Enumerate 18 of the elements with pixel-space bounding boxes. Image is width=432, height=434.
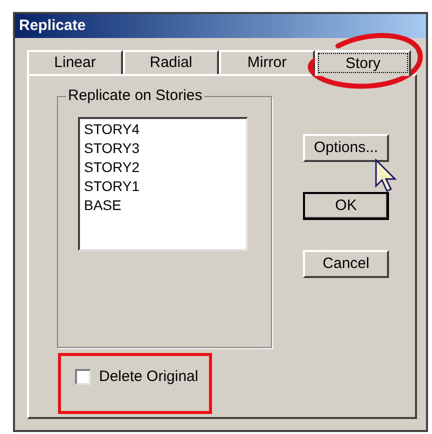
- cursor-icon: [374, 158, 400, 194]
- tab[interactable]: Radial: [123, 50, 219, 74]
- list-item[interactable]: BASE: [84, 196, 242, 215]
- checkbox-label[interactable]: Delete Original: [99, 366, 198, 388]
- dialog-button[interactable]: Cancel: [303, 250, 389, 278]
- story-list[interactable]: STORY4 STORY3 STORY2 STORY1 BASE: [78, 117, 248, 251]
- tab[interactable]: Linear: [27, 50, 123, 74]
- list-item[interactable]: STORY2: [84, 158, 242, 177]
- tab[interactable]: Story: [315, 50, 411, 76]
- group-title: Replicate on Stories: [66, 87, 204, 105]
- list-item[interactable]: STORY1: [84, 177, 242, 196]
- list-item[interactable]: STORY4: [84, 120, 242, 139]
- tab[interactable]: Mirror: [219, 50, 315, 74]
- dialog-button[interactable]: OK: [303, 192, 389, 220]
- dialog-button[interactable]: Options...: [303, 134, 389, 162]
- window-title: Replicate: [15, 14, 426, 38]
- checkbox[interactable]: [75, 369, 91, 386]
- list-item[interactable]: STORY3: [84, 139, 242, 158]
